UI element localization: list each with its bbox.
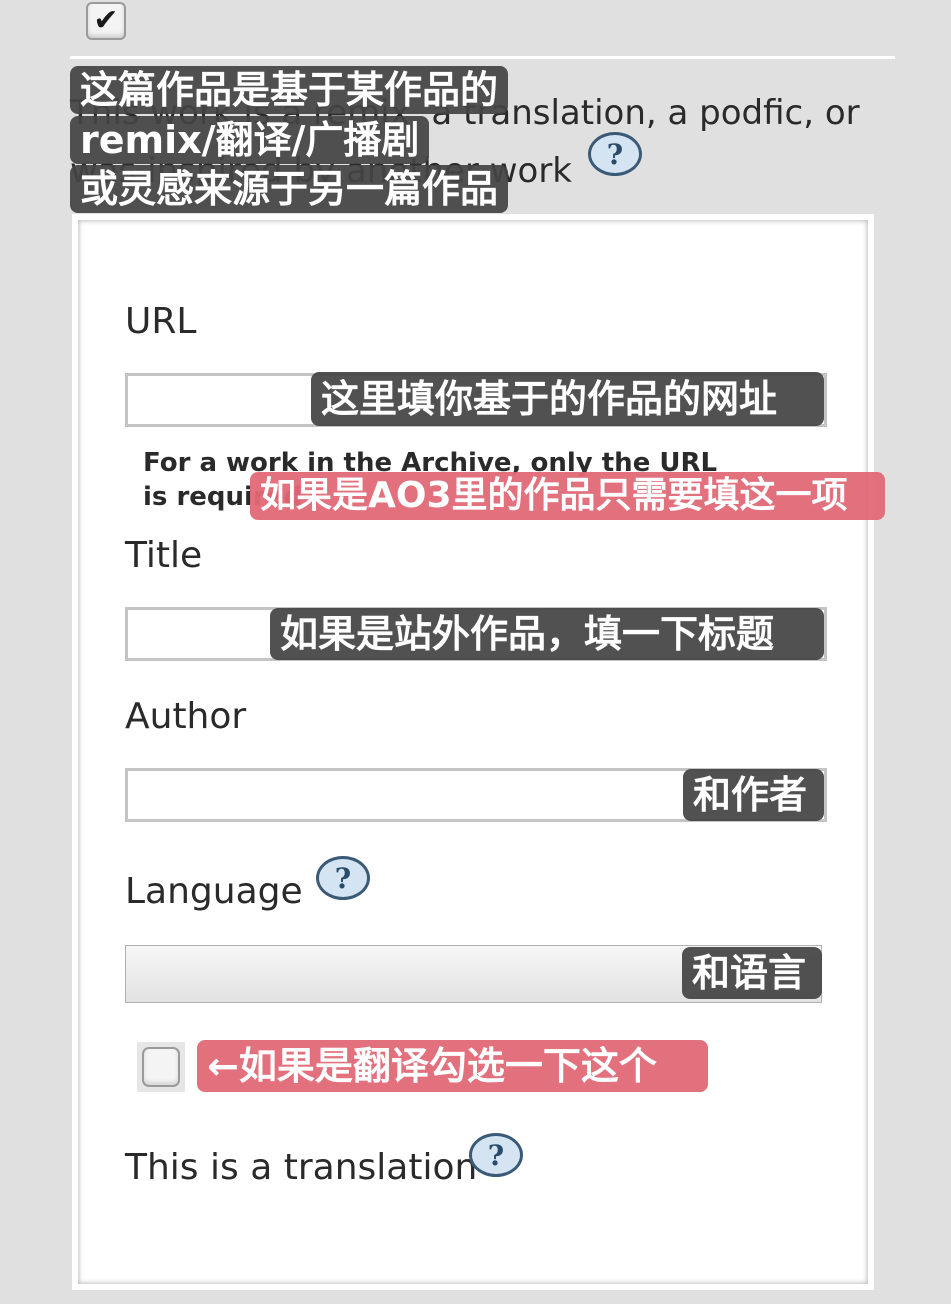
checkmark-icon: ✔: [93, 3, 119, 38]
translation-help-button[interactable]: ?: [469, 1133, 523, 1177]
translation-checkbox[interactable]: [137, 1042, 185, 1092]
annotation-remix-line1: 这篇作品是基于某作品的: [70, 66, 509, 114]
remix-help-button[interactable]: ?: [588, 132, 642, 176]
divider: [70, 56, 895, 59]
annotation-title: 如果是站外作品，填一下标题: [270, 608, 824, 660]
annotation-url-note: 如果是AO3里的作品只需要填这一项: [250, 472, 885, 520]
author-label: Author: [125, 696, 247, 737]
translation-label: This is a translation: [125, 1147, 478, 1188]
question-icon: ?: [606, 137, 624, 171]
title-label: Title: [125, 535, 203, 576]
question-icon: ?: [334, 861, 352, 895]
annotation-url: 这里填你基于的作品的网址: [311, 372, 824, 426]
annotation-author: 和作者: [683, 769, 824, 821]
inspired-work-checkbox[interactable]: ✔: [86, 2, 126, 40]
annotation-translation: ←如果是翻译勾选一下这个: [197, 1040, 708, 1092]
question-icon: ?: [487, 1138, 505, 1172]
checkbox-box: [142, 1047, 180, 1087]
language-label: Language: [125, 871, 303, 912]
url-label: URL: [125, 301, 197, 342]
annotation-language: 和语言: [682, 947, 822, 999]
annotation-remix-line3: 或灵感来源于另一篇作品: [70, 165, 509, 213]
language-help-button[interactable]: ?: [316, 856, 370, 900]
annotation-remix-line2: remix/翻译/广播剧: [70, 116, 430, 164]
